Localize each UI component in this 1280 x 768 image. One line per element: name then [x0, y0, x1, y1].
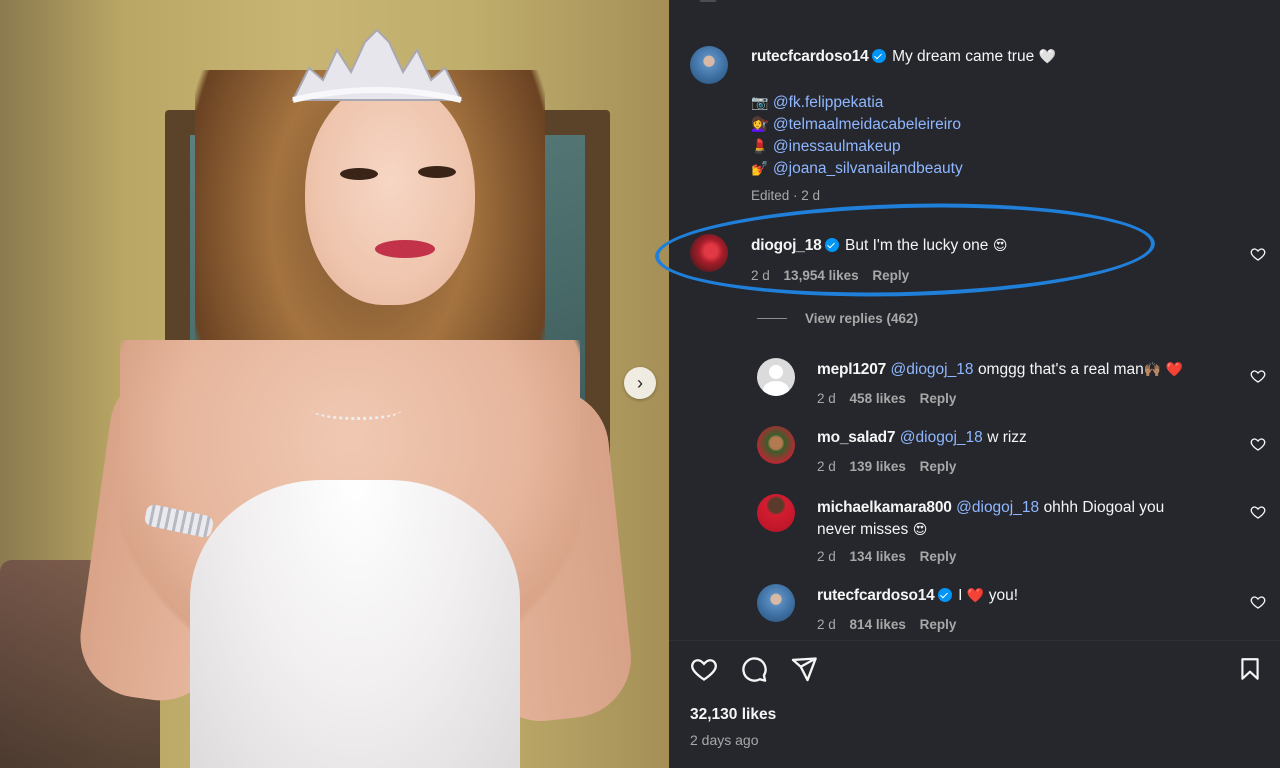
post-timestamp: 2 days ago	[690, 732, 759, 748]
reply-text: I	[958, 587, 963, 604]
mention-link[interactable]: @diogoj_18	[956, 499, 1039, 516]
verified-badge-icon	[937, 588, 952, 602]
haircut-icon: 💇‍♀️	[751, 117, 769, 133]
credit-line: 📷 @fk.felippekatia	[751, 92, 963, 114]
reply-text: omggg that's a real man	[977, 361, 1144, 378]
reply-username[interactable]: michaelkamara800	[817, 499, 952, 516]
credit-link[interactable]: @fk.felippekatia	[773, 94, 884, 111]
avatar[interactable]	[690, 234, 728, 272]
post-header-partial	[699, 0, 839, 2]
avatar[interactable]	[757, 426, 795, 464]
heart-icon[interactable]	[1250, 594, 1266, 610]
avatar[interactable]	[757, 358, 795, 396]
reply-text: ohhh Diogoal you	[1043, 499, 1165, 516]
bride-lips	[375, 240, 435, 258]
comment-emoji: 😍	[992, 238, 1008, 254]
heart-icon[interactable]	[689, 655, 719, 683]
post-photo	[0, 0, 669, 768]
reply-username[interactable]: rutecfcardoso14	[817, 587, 935, 604]
reply-text-continued: never misses	[817, 521, 909, 538]
heart-icon[interactable]	[1250, 504, 1266, 520]
edited-label: Edited · 2 d	[751, 188, 821, 203]
chevron-right-icon: ›	[637, 372, 643, 393]
heart-icon[interactable]	[1250, 246, 1266, 262]
necklace	[312, 400, 402, 420]
reply-likes[interactable]: 458 likes	[850, 391, 906, 406]
comment-username[interactable]: diogoj_18	[751, 237, 822, 254]
camera-icon: 📷	[751, 95, 769, 111]
bride-eye	[340, 168, 378, 180]
reply-button[interactable]: Reply	[872, 268, 909, 283]
next-photo-button[interactable]: ›	[624, 367, 656, 399]
avatar[interactable]	[757, 494, 795, 532]
tiara	[291, 28, 463, 103]
reply-emoji: 😍	[912, 522, 928, 538]
avatar[interactable]	[699, 0, 717, 2]
view-replies-button[interactable]: View replies (462)	[805, 311, 918, 326]
reply-likes[interactable]: 139 likes	[850, 459, 906, 474]
credit-link[interactable]: @telmaalmeidacabeleireiro	[773, 116, 961, 133]
lipstick-icon: 💄	[751, 139, 769, 155]
comment-text: But I'm the lucky one	[845, 237, 989, 254]
comments-panel: rutecfcardoso14 My dream came true 🤍 📷 @…	[653, 0, 1280, 768]
paper-plane-icon[interactable]	[789, 655, 819, 683]
reply-button[interactable]: Reply	[920, 391, 957, 406]
caption-text: My dream came true	[892, 48, 1035, 65]
comment-likes[interactable]: 13,954 likes	[784, 268, 859, 283]
mention-link[interactable]: @diogoj_18	[900, 429, 983, 446]
avatar[interactable]	[690, 46, 728, 84]
reply-button[interactable]: Reply	[920, 459, 957, 474]
comment-icon[interactable]	[739, 655, 769, 683]
credit-line: 💇‍♀️ @telmaalmeidacabeleireiro	[751, 114, 963, 136]
avatar[interactable]	[757, 584, 795, 622]
bride-eye	[418, 166, 456, 178]
replies-divider	[757, 318, 787, 319]
reply-text: w rizz	[987, 429, 1027, 446]
caption-emoji: 🤍	[1038, 49, 1057, 65]
reply-likes[interactable]: 134 likes	[850, 549, 906, 564]
credit-line: 💅 @joana_silvanailandbeauty	[751, 158, 963, 180]
reply-username[interactable]: mepl1207	[817, 361, 886, 378]
reply-age: 2 d	[817, 617, 836, 632]
reply-button[interactable]: Reply	[920, 617, 957, 632]
reply-age: 2 d	[817, 459, 836, 474]
wedding-dress	[190, 480, 520, 768]
bride-face	[305, 80, 475, 305]
reply-likes[interactable]: 814 likes	[850, 617, 906, 632]
nail-polish-icon: 💅	[751, 161, 769, 177]
credit-link[interactable]: @joana_silvanailandbeauty	[773, 160, 963, 177]
verified-badge-icon	[871, 49, 886, 63]
mention-link[interactable]: @diogoj_18	[891, 361, 974, 378]
verified-badge-icon	[824, 238, 839, 252]
credits-list: 📷 @fk.felippekatia 💇‍♀️ @telmaalmeidacab…	[751, 92, 963, 180]
divider	[669, 640, 1280, 641]
bookmark-icon[interactable]	[1237, 655, 1263, 683]
reply-text-after: you!	[988, 587, 1019, 604]
reply-emoji: ❤️	[966, 588, 985, 604]
reply-emoji: 🙌🏽 ❤️	[1143, 362, 1184, 378]
reply-username[interactable]: mo_salad7	[817, 429, 896, 446]
post-likes-count[interactable]: 32,130 likes	[690, 706, 776, 724]
comment-age: 2 d	[751, 268, 770, 283]
credit-link[interactable]: @inessaulmakeup	[773, 138, 901, 155]
reply-age: 2 d	[817, 549, 836, 564]
reply-button[interactable]: Reply	[920, 549, 957, 564]
heart-icon[interactable]	[1250, 368, 1266, 384]
heart-icon[interactable]	[1250, 436, 1266, 452]
reply-age: 2 d	[817, 391, 836, 406]
credit-line: 💄 @inessaulmakeup	[751, 136, 963, 158]
caption-username[interactable]: rutecfcardoso14	[751, 48, 869, 65]
